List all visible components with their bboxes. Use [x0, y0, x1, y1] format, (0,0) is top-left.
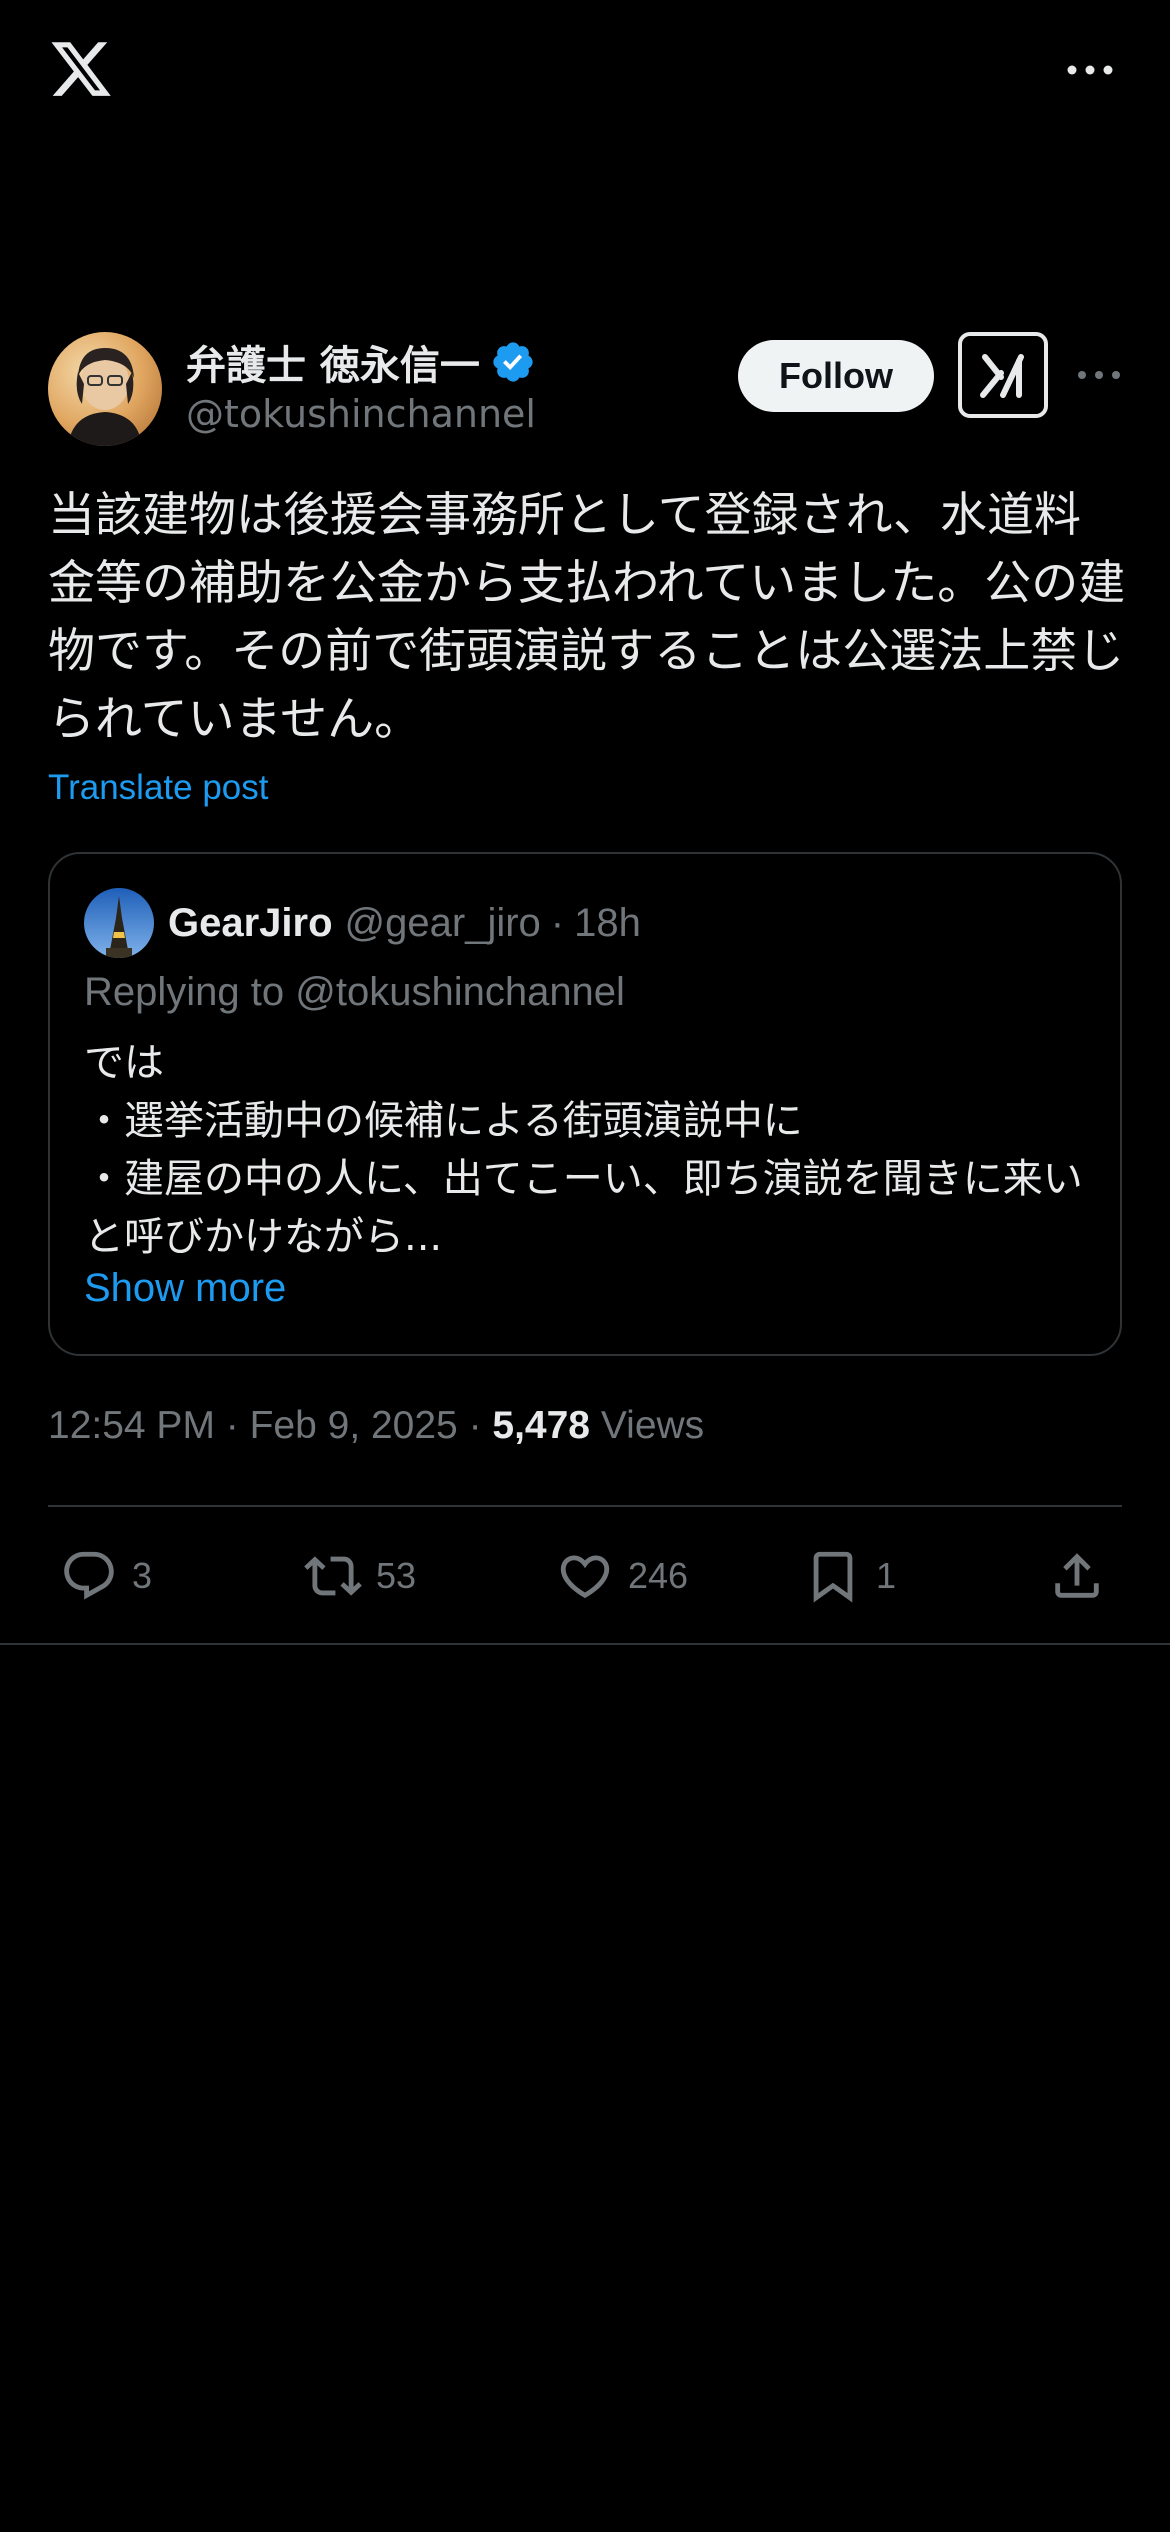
author-handle[interactable]: @tokushinchannel	[186, 392, 536, 436]
post-page: 弁護士 徳永信一 @tokushinchannel Follow 当該建物は後援…	[0, 0, 1170, 2532]
grok-button[interactable]	[958, 332, 1048, 418]
x-logo-icon[interactable]	[48, 36, 114, 102]
repost-icon	[304, 1556, 362, 1596]
quoted-author-name: GearJiro	[168, 900, 333, 945]
grok-icon	[980, 354, 1024, 398]
translate-post-link[interactable]: Translate post	[48, 768, 268, 808]
repost-count: 53	[376, 1555, 417, 1596]
top-bar	[48, 36, 1122, 108]
heart-icon	[560, 1555, 610, 1599]
avatar[interactable]	[48, 332, 162, 446]
quoted-avatar	[84, 888, 154, 958]
follow-button[interactable]: Follow	[738, 340, 934, 412]
author-name[interactable]: 弁護士 徳永信一	[186, 333, 480, 391]
like-count: 246	[628, 1555, 689, 1596]
quoted-timestamp: 18h	[574, 900, 641, 945]
reply-count: 3	[132, 1555, 153, 1596]
reply-icon	[64, 1551, 114, 1600]
author-row: 弁護士 徳永信一 @tokushinchannel Follow	[48, 332, 1122, 452]
bookmark-icon	[813, 1551, 853, 1603]
quoted-tweet-header: GearJiro @gear_jiro · 18h	[84, 888, 641, 958]
verified-badge-icon	[493, 342, 533, 382]
views-label: Views	[590, 1404, 705, 1447]
more-horizontal-icon[interactable]	[1066, 58, 1114, 82]
repost-button[interactable]: 53	[304, 1538, 416, 1614]
bookmark-button[interactable]: 1	[804, 1538, 896, 1614]
quoted-author-handle: @gear_jiro	[344, 900, 541, 945]
tweet-timestamp[interactable]: 12:54 PM · Feb 9, 2025 ·	[48, 1404, 492, 1447]
more-horizontal-icon[interactable]	[1076, 364, 1122, 386]
like-button[interactable]: 246	[556, 1538, 688, 1614]
divider	[0, 1643, 1170, 1645]
tweet-meta: 12:54 PM · Feb 9, 2025 · 5,478 Views	[48, 1404, 704, 1448]
divider	[48, 1505, 1122, 1507]
reply-button[interactable]: 3	[60, 1538, 152, 1614]
separator-dot: ·	[550, 900, 565, 945]
quoted-tweet-card[interactable]: GearJiro @gear_jiro · 18h Replying to @t…	[48, 852, 1122, 1356]
author-name-line: 弁護士 徳永信一	[186, 332, 536, 392]
quoted-tweet-text: では ・選挙活動中の候補による街頭演説中に ・建屋の中の人に、出てこーい、即ち演…	[84, 1040, 1083, 1260]
action-bar: 3 53 246 1	[58, 1538, 1118, 1614]
bookmark-count: 1	[876, 1555, 897, 1596]
show-more-link[interactable]: Show more	[84, 1266, 286, 1311]
share-button[interactable]	[1048, 1538, 1106, 1614]
share-icon	[1055, 1553, 1099, 1598]
replying-to-label: Replying to @tokushinchannel	[84, 970, 625, 1014]
views-count: 5,478	[492, 1404, 591, 1447]
tweet-text: 当該建物は後援会事務所として登録され、水道料金等の補助を公金から支払われていまし…	[48, 488, 1126, 747]
